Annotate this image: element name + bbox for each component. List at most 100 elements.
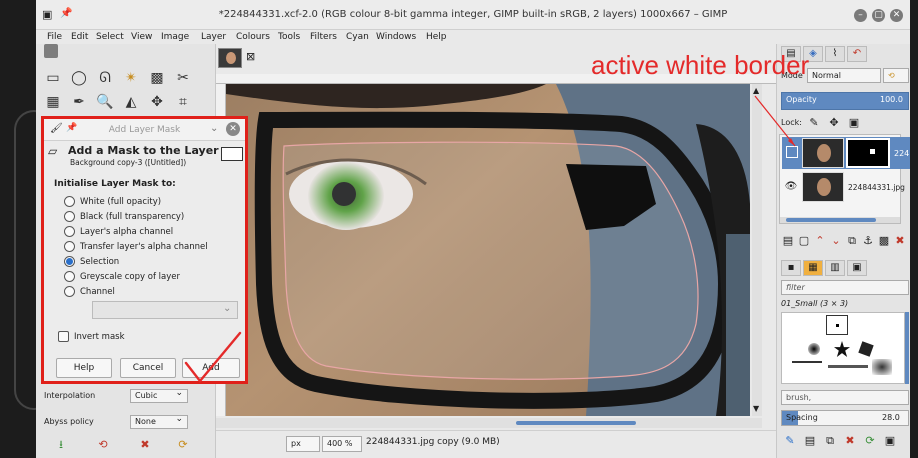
menu-filters[interactable]: Filters [310,30,337,44]
invert-mask-checkbox[interactable] [58,331,69,342]
unit-select[interactable]: px [286,436,320,452]
anchor-layer-icon[interactable]: ⚓ [861,234,875,248]
delete-brush-icon[interactable]: ✖ [843,434,857,448]
close-tab-icon[interactable]: ⊠ [246,50,255,63]
abyss-policy-select[interactable]: None [130,413,188,429]
foreground-select-icon[interactable]: ▦ [42,92,64,112]
mode-select[interactable]: Normal [807,68,881,83]
lower-layer-icon[interactable]: ⌄ [829,234,843,248]
patterns-tab-icon[interactable]: ▦ [803,260,823,276]
image-canvas[interactable] [226,84,750,416]
image-tab[interactable]: ⊠ [216,46,266,72]
layer-list-scrollbar[interactable] [780,217,900,223]
maximize-button[interactable]: ▢ [872,9,885,22]
mode-swap-icon[interactable]: ⟲ [883,68,909,83]
option-white-label: White (full opacity) [80,197,162,207]
horizontal-scrollbar[interactable] [216,418,762,428]
delete-options-icon[interactable]: ✖ [138,438,152,452]
menu-tools[interactable]: Tools [278,30,300,44]
refresh-brush-icon[interactable]: ⟳ [863,434,877,448]
menu-layer[interactable]: Layer [201,30,226,44]
spacing-slider[interactable]: Spacing 28.0 [781,410,909,426]
dialog-layer-name: Background copy-3 ([Untitled]) [70,158,187,167]
scissors-icon[interactable]: ✂ [172,68,194,88]
duplicate-brush-icon[interactable]: ⧉ [823,434,837,448]
help-button[interactable]: Help [56,358,112,378]
brush-grid-scrollbar[interactable] [905,312,909,384]
reset-options-icon[interactable]: ⟳ [176,438,190,452]
radio-black[interactable] [64,211,75,222]
menu-help[interactable]: Help [426,30,447,44]
channel-select[interactable]: ⌄ [92,301,238,319]
radio-transfer-alpha[interactable] [64,241,75,252]
selected-brush[interactable] [826,315,848,335]
vertical-scrollbar[interactable]: ▲ ▼ [752,84,762,416]
dialog-chevron-icon[interactable]: ⌄ [210,123,218,134]
lock-pixels-icon[interactable]: ✎ [807,116,821,130]
brushes-tab-icon[interactable]: ▪ [781,260,801,276]
dialog-close-icon[interactable]: ✕ [226,122,240,136]
brush-as-image-icon[interactable]: ▣ [883,434,897,448]
restore-options-icon[interactable]: ⟲ [96,438,110,452]
new-layer-icon[interactable]: ▤ [781,234,795,248]
menu-image[interactable]: Image [161,30,189,44]
visibility-toggle-icon[interactable] [786,146,798,158]
menu-windows[interactable]: Windows [376,30,416,44]
new-brush-icon[interactable]: ▤ [803,434,817,448]
move-icon[interactable]: ✥ [146,92,168,112]
ellipse-select-icon[interactable]: ◯ [68,68,90,88]
menu-view[interactable]: View [131,30,152,44]
save-options-icon[interactable]: ⭳ [54,438,68,452]
minimize-button[interactable]: – [854,9,867,22]
undo-tab-icon[interactable]: ↶ [847,46,867,62]
layer-row-top[interactable]: 224 [782,137,910,169]
fonts-tab-icon[interactable]: ▣ [847,260,867,276]
brush-grid[interactable] [781,312,905,384]
invert-mask-row[interactable]: Invert mask [58,330,178,344]
eye-icon[interactable]: 👁 [784,180,798,194]
radio-selection[interactable] [64,256,75,267]
rect-select-icon[interactable]: ▭ [42,68,64,88]
title-bar: ▣ 📌 *224844331.xcf-2.0 (RGB colour 8-bit… [36,0,910,30]
layer-list-scroll-thumb[interactable] [786,218,876,222]
paths-icon[interactable]: ✒ [68,92,90,112]
close-button[interactable]: ✕ [890,9,903,22]
measure-icon[interactable]: ◭ [120,92,142,112]
select-by-color-icon[interactable]: ▩ [146,68,168,88]
crop-icon[interactable]: ⌗ [172,92,194,112]
brush-filter-input[interactable]: filter [781,280,909,295]
layer-row-bottom[interactable]: 👁 224844331.jpg [782,171,910,203]
paths-tab-icon[interactable]: ⌇ [825,46,845,62]
menu-cyan[interactable]: Cyan [346,30,369,44]
zoom-icon[interactable]: 🔍 [94,92,116,112]
free-select-icon[interactable]: ᘏ [94,68,116,88]
horizontal-scroll-thumb[interactable] [516,421,636,425]
edit-brush-icon[interactable]: ✎ [783,434,797,448]
zoom-select[interactable]: 400 % [322,436,362,452]
opacity-slider[interactable]: Opacity 100.0 [781,92,909,110]
layer-mask-thumbnail[interactable] [846,138,890,168]
layer-name: 224844331.jpg [848,183,905,192]
radio-alpha[interactable] [64,226,75,237]
raise-layer-icon[interactable]: ⌃ [813,234,827,248]
new-group-icon[interactable]: ▢ [797,234,811,248]
menu-edit[interactable]: Edit [71,30,88,44]
menu-colours[interactable]: Colours [236,30,270,44]
option-black-label: Black (full transparency) [80,212,185,222]
lock-position-icon[interactable]: ✥ [827,116,841,130]
radio-white[interactable] [64,196,75,207]
menu-select[interactable]: Select [96,30,124,44]
add-mask-icon[interactable]: ▩ [877,234,891,248]
menu-file[interactable]: File [47,30,62,44]
delete-layer-icon[interactable]: ✖ [893,234,907,248]
duplicate-layer-icon[interactable]: ⧉ [845,234,859,248]
radio-greyscale[interactable] [64,271,75,282]
lock-alpha-icon[interactable]: ▣ [847,116,861,130]
radio-channel[interactable] [64,286,75,297]
toolbox-header [44,44,204,64]
cancel-button[interactable]: Cancel [120,358,176,378]
fuzzy-select-icon[interactable]: ✴ [120,68,142,88]
brush-tag-input[interactable]: brush, [781,390,909,405]
interpolation-select[interactable]: Cubic [130,387,188,403]
gradients-tab-icon[interactable]: ▥ [825,260,845,276]
